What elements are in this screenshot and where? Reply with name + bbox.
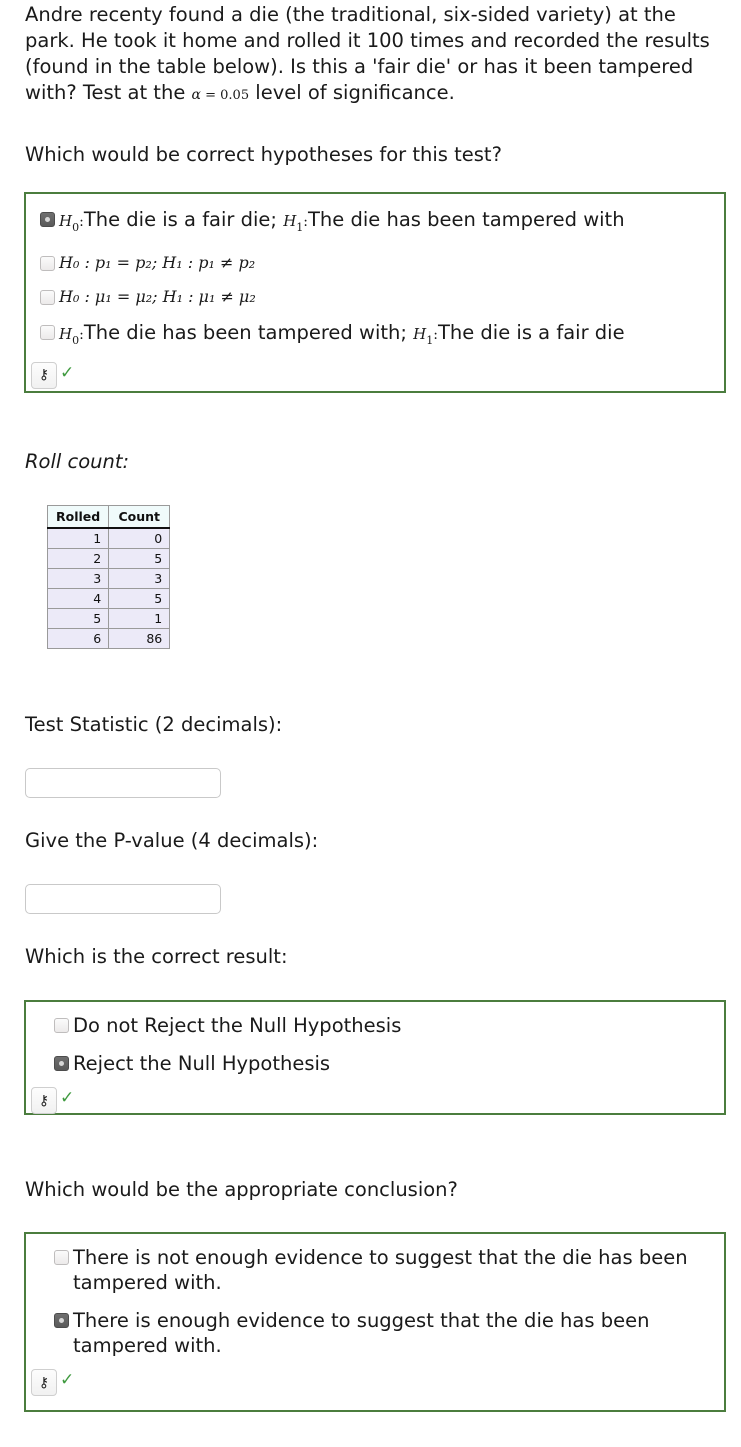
cell-rolled: 4 xyxy=(46,588,110,609)
h1-statement: The die has been tampered with xyxy=(308,208,625,231)
conclusion-option-0[interactable]: There is not enough evidence to suggest … xyxy=(26,1234,724,1295)
hypotheses-option-0-label: H0:The die is a fair die; H1:The die has… xyxy=(59,207,625,240)
column-header-rolled: Rolled xyxy=(46,505,110,529)
hypotheses-prompt: Which would be correct hypotheses for th… xyxy=(25,143,502,166)
table-row: 4 5 xyxy=(46,588,171,609)
worksheet-page: Andre recenty found a die (the tradition… xyxy=(0,0,741,1447)
table-row: 1 0 xyxy=(46,527,171,549)
cell-count: 1 xyxy=(108,608,171,629)
key-glyph: ⚷ xyxy=(38,1092,50,1109)
table-row: 6 86 xyxy=(46,628,171,649)
p-value-input[interactable] xyxy=(25,884,221,914)
roll-count-table: Rolled Count 1 0 2 5 3 3 4 5 5 1 6 86 xyxy=(46,505,171,649)
result-answer-box: Do not Reject the Null Hypothesis Reject… xyxy=(24,1000,726,1115)
cell-rolled: 1 xyxy=(46,527,110,549)
conclusion-answer-box: There is not enough evidence to suggest … xyxy=(24,1232,726,1412)
table-row: 5 1 xyxy=(46,608,171,629)
hypotheses-option-3[interactable]: H0:The die has been tampered with; H1:Th… xyxy=(26,309,724,353)
result-option-0[interactable]: Do not Reject the Null Hypothesis xyxy=(26,1002,724,1038)
cell-count: 86 xyxy=(108,628,171,649)
table-header-row: Rolled Count xyxy=(46,505,171,529)
radio-unselected-icon[interactable] xyxy=(54,1250,69,1265)
h1-symbol: H xyxy=(283,212,297,230)
alpha-symbol: α xyxy=(191,87,201,103)
radio-unselected-icon[interactable] xyxy=(54,1018,69,1033)
radio-selected-icon[interactable] xyxy=(54,1313,69,1328)
radio-unselected-icon[interactable] xyxy=(40,255,55,271)
cell-count: 3 xyxy=(108,568,171,589)
radio-unselected-icon[interactable] xyxy=(40,324,55,340)
cell-rolled: 3 xyxy=(46,568,110,589)
radio-unselected-icon[interactable] xyxy=(40,289,55,305)
hypotheses-answer-box: H0:The die is a fair die; H1:The die has… xyxy=(24,192,726,393)
h0-statement: The die is a fair die; xyxy=(83,208,284,231)
problem-statement: Andre recenty found a die (the tradition… xyxy=(25,2,722,109)
hypotheses-option-2-label: H₀ : μ₁ = μ₂; H₁ : μ₁ ≠ μ₂ xyxy=(59,286,256,306)
key-glyph: ⚷ xyxy=(38,1374,50,1391)
hypotheses-option-2[interactable]: H₀ : μ₁ = μ₂; H₁ : μ₁ ≠ μ₂ xyxy=(26,275,724,309)
table-row: 2 5 xyxy=(46,548,171,569)
key-icon[interactable]: ⚷ xyxy=(31,1369,57,1396)
h1-symbol: H xyxy=(413,324,427,343)
hypotheses-option-0[interactable]: H0:The die is a fair die; H1:The die has… xyxy=(26,194,724,240)
conclusion-option-0-label: There is not enough evidence to suggest … xyxy=(73,1246,688,1294)
correct-check-icon: ✓ xyxy=(60,362,75,383)
p-value-prompt: Give the P-value (4 decimals): xyxy=(25,829,319,852)
roll-count-label: Roll count: xyxy=(25,450,130,473)
cell-rolled: 6 xyxy=(46,628,110,649)
hypotheses-option-1[interactable]: H₀ : p₁ = p₂; H₁ : p₁ ≠ p₂ xyxy=(26,240,724,275)
result-option-1[interactable]: Reject the Null Hypothesis xyxy=(26,1038,724,1076)
key-icon[interactable]: ⚷ xyxy=(31,361,57,389)
h0-statement: The die has been tampered with; xyxy=(83,320,414,344)
cell-count: 5 xyxy=(108,548,171,569)
h0-symbol: H xyxy=(59,324,73,343)
table-row: 3 3 xyxy=(46,568,171,589)
radio-selected-icon[interactable] xyxy=(40,212,55,227)
result-key-row: ⚷ ✓ xyxy=(26,1076,724,1114)
problem-text-part2: level of significance. xyxy=(249,81,455,104)
result-option-1-label: Reject the Null Hypothesis xyxy=(73,1052,331,1075)
key-glyph: ⚷ xyxy=(38,367,50,384)
hypotheses-key-row: ⚷ ✓ xyxy=(26,353,724,389)
cell-count: 0 xyxy=(108,527,171,549)
conclusion-key-row: ⚷ ✓ xyxy=(26,1358,724,1396)
cell-rolled: 2 xyxy=(46,548,110,569)
cell-rolled: 5 xyxy=(46,608,110,629)
correct-check-icon: ✓ xyxy=(60,1088,75,1108)
h1-statement: The die is a fair die xyxy=(437,320,625,344)
conclusion-prompt: Which would be the appropriate conclusio… xyxy=(25,1178,458,1201)
hypotheses-option-1-label: H₀ : p₁ = p₂; H₁ : p₁ ≠ p₂ xyxy=(59,252,256,272)
cell-count: 5 xyxy=(108,588,171,609)
result-option-0-label: Do not Reject the Null Hypothesis xyxy=(73,1014,402,1037)
key-icon[interactable]: ⚷ xyxy=(31,1087,57,1114)
conclusion-option-1[interactable]: There is enough evidence to suggest that… xyxy=(26,1295,724,1358)
conclusion-option-1-label: There is enough evidence to suggest that… xyxy=(73,1309,650,1357)
radio-selected-icon[interactable] xyxy=(54,1056,69,1071)
alpha-value: 0.05 xyxy=(220,88,250,103)
correct-check-icon: ✓ xyxy=(60,1370,75,1390)
h0-symbol: H xyxy=(59,212,73,230)
alpha-equals: = xyxy=(200,88,221,103)
test-statistic-prompt: Test Statistic (2 decimals): xyxy=(25,713,283,736)
test-statistic-input[interactable] xyxy=(25,768,221,798)
result-prompt: Which is the correct result: xyxy=(25,945,288,968)
column-header-count: Count xyxy=(108,505,171,529)
hypotheses-option-3-label: H0:The die has been tampered with; H1:Th… xyxy=(59,320,625,353)
